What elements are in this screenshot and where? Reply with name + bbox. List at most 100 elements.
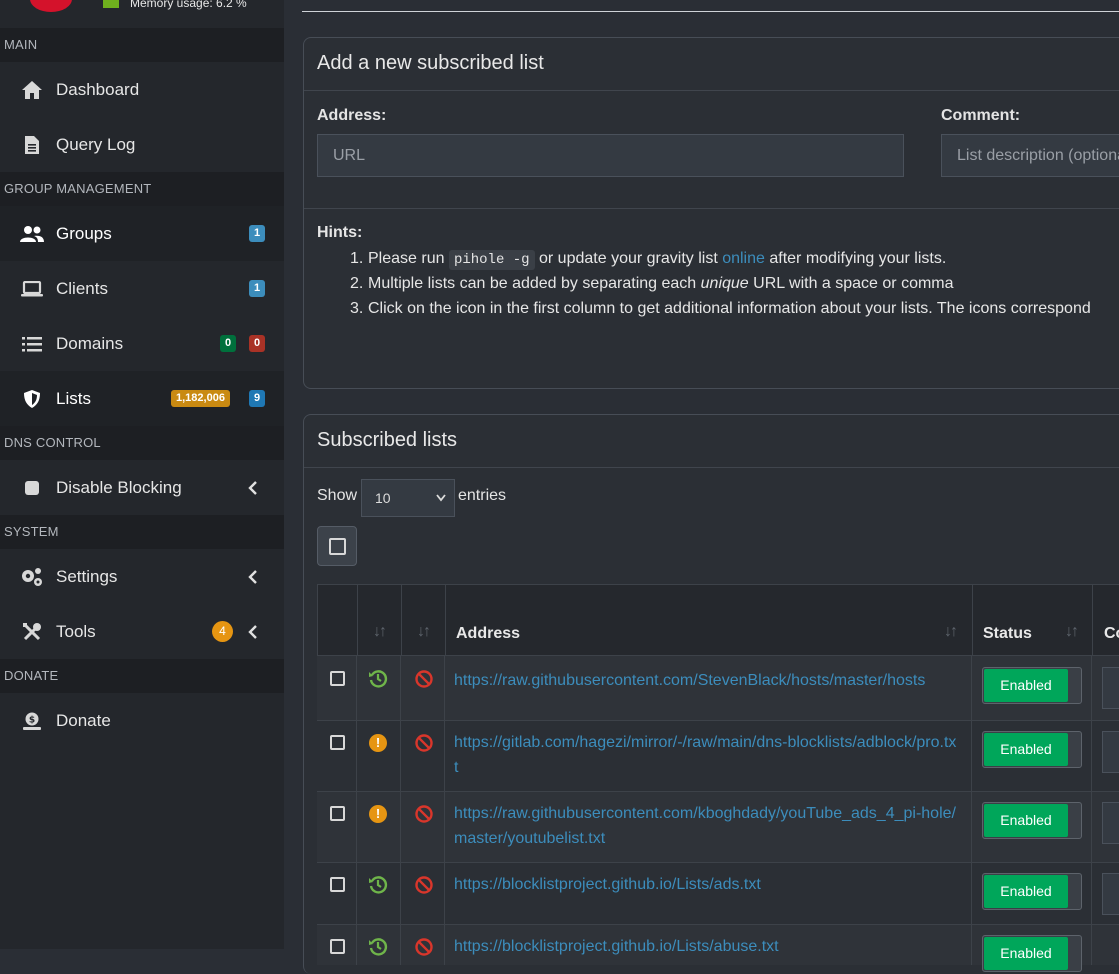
divider xyxy=(304,208,1119,209)
column-divider xyxy=(1091,721,1092,792)
status-toggle[interactable]: Enabled xyxy=(982,667,1082,704)
column-divider xyxy=(357,585,358,657)
table-header: ↓↑ ↓↑ Address ↓↑ Status ↓↑ Co xyxy=(317,584,1119,657)
online-link[interactable]: online xyxy=(722,250,765,267)
status-on: Enabled xyxy=(984,875,1068,908)
column-divider xyxy=(1092,585,1093,657)
column-divider xyxy=(1091,863,1092,925)
column-divider xyxy=(1091,925,1092,965)
page-size-value: 10 xyxy=(375,490,391,506)
select-all-button[interactable] xyxy=(317,526,357,566)
status-toggle[interactable]: Enabled xyxy=(982,731,1082,768)
warning-icon[interactable]: ! xyxy=(369,805,387,823)
sort-icon[interactable]: ↓↑ xyxy=(417,623,431,641)
column-divider xyxy=(356,792,357,863)
hint-text: after modifying your lists. xyxy=(764,250,947,267)
file-icon xyxy=(20,133,44,157)
sidebar-item-query-log[interactable]: Query Log xyxy=(0,117,284,172)
sidebar-item-label: Domains xyxy=(56,333,124,353)
comment-label: Comment: xyxy=(941,107,1021,124)
pihole-logo[interactable] xyxy=(30,0,72,12)
ban-icon[interactable] xyxy=(414,937,434,957)
row-checkbox[interactable] xyxy=(330,806,345,821)
sidebar-item-tools[interactable]: Tools 4 xyxy=(0,604,284,659)
row-checkbox[interactable] xyxy=(330,939,345,954)
column-divider xyxy=(444,656,445,721)
ban-icon[interactable] xyxy=(414,669,434,689)
list-address-link[interactable]: https://raw.githubusercontent.com/kboghd… xyxy=(454,801,959,851)
sidebar-item-dashboard[interactable]: Dashboard xyxy=(0,62,284,117)
status-toggle[interactable]: Enabled xyxy=(982,873,1082,910)
warning-icon[interactable]: ! xyxy=(369,734,387,752)
sidebar-item-disable-blocking[interactable]: Disable Blocking xyxy=(0,460,284,515)
status-toggle[interactable]: Enabled xyxy=(982,802,1082,839)
comment-field[interactable] xyxy=(1102,873,1119,915)
sidebar-item-lists[interactable]: Lists 1,182,006 9 xyxy=(0,371,284,426)
memory-icon xyxy=(103,0,119,8)
entries-label: entries xyxy=(458,487,507,504)
domains-allow-badge: 0 xyxy=(220,335,237,352)
address-label: Address: xyxy=(317,107,387,124)
history-icon[interactable] xyxy=(368,669,388,689)
hint-text: or update your gravity list xyxy=(534,250,723,267)
hint-text: Please run xyxy=(368,250,449,267)
add-list-card: Add a new subscribed list Address: URL C… xyxy=(303,37,1119,389)
sidebar-item-clients[interactable]: Clients 1 xyxy=(0,261,284,316)
hint-emphasis: unique xyxy=(700,275,749,292)
row-checkbox[interactable] xyxy=(330,735,345,750)
history-icon[interactable] xyxy=(368,875,388,895)
column-divider xyxy=(971,721,972,792)
memory-usage: Memory usage: 6.2 % xyxy=(130,0,247,10)
ban-icon[interactable] xyxy=(414,804,434,824)
column-divider xyxy=(444,721,445,792)
list-address-link[interactable]: https://gitlab.com/hagezi/mirror/-/raw/m… xyxy=(454,730,959,780)
column-divider xyxy=(971,656,972,721)
list-address-link[interactable]: https://blocklistproject.github.io/Lists… xyxy=(454,934,959,959)
status-on: Enabled xyxy=(984,804,1068,837)
column-divider xyxy=(400,656,401,721)
sort-icon[interactable]: ↓↑ xyxy=(944,623,958,641)
comment-field[interactable] xyxy=(1102,802,1119,844)
sort-icon[interactable]: ↓↑ xyxy=(373,623,387,641)
column-divider xyxy=(444,925,445,965)
comment-field[interactable] xyxy=(1102,667,1119,709)
tools-count-badge: 4 xyxy=(212,621,233,642)
column-divider xyxy=(445,585,446,657)
list-address-link[interactable]: https://blocklistproject.github.io/Lists… xyxy=(454,872,959,897)
section-dns-control: DNS CONTROL xyxy=(0,426,284,460)
hint-3: 3. Click on the icon in the first column … xyxy=(350,300,1091,317)
sidebar-item-donate[interactable]: $ Donate xyxy=(0,693,284,748)
column-status[interactable]: Status xyxy=(983,625,1032,643)
stop-icon xyxy=(20,476,44,500)
section-main: MAIN xyxy=(0,28,284,62)
comment-field[interactable] xyxy=(1102,731,1119,773)
row-checkbox[interactable] xyxy=(330,671,345,686)
column-address[interactable]: Address xyxy=(456,625,520,643)
status-toggle[interactable]: Enabled xyxy=(982,935,1082,972)
sidebar-item-domains[interactable]: Domains 0 0 xyxy=(0,316,284,371)
command-code: pihole -g xyxy=(448,250,535,270)
clients-count-badge: 1 xyxy=(249,280,266,297)
sidebar-item-settings[interactable]: Settings xyxy=(0,549,284,604)
sidebar-item-groups[interactable]: Groups 1 xyxy=(0,206,284,261)
comment-input[interactable]: List description (optional) xyxy=(941,134,1119,177)
address-input[interactable]: URL xyxy=(317,134,904,177)
ban-icon[interactable] xyxy=(414,733,434,753)
list-address-link[interactable]: https://raw.githubusercontent.com/Steven… xyxy=(454,668,959,693)
hint-2: 2. Multiple lists can be added by separat… xyxy=(350,275,954,292)
page-size-select[interactable]: 10 xyxy=(361,479,455,517)
row-checkbox[interactable] xyxy=(330,877,345,892)
ban-icon[interactable] xyxy=(414,875,434,895)
lists-count-badge: 9 xyxy=(249,390,266,407)
sort-icon[interactable]: ↓↑ xyxy=(1065,623,1079,641)
gears-icon xyxy=(20,565,44,589)
history-icon[interactable] xyxy=(368,937,388,957)
column-comment[interactable]: Co xyxy=(1104,625,1119,643)
sidebar-item-label: Clients xyxy=(56,278,108,298)
column-divider xyxy=(400,863,401,925)
header-divider xyxy=(302,11,1119,12)
column-divider xyxy=(356,925,357,965)
chevron-left-icon xyxy=(248,569,257,584)
checkbox-icon xyxy=(329,538,346,555)
lists-domains-badge: 1,182,006 xyxy=(171,390,230,407)
